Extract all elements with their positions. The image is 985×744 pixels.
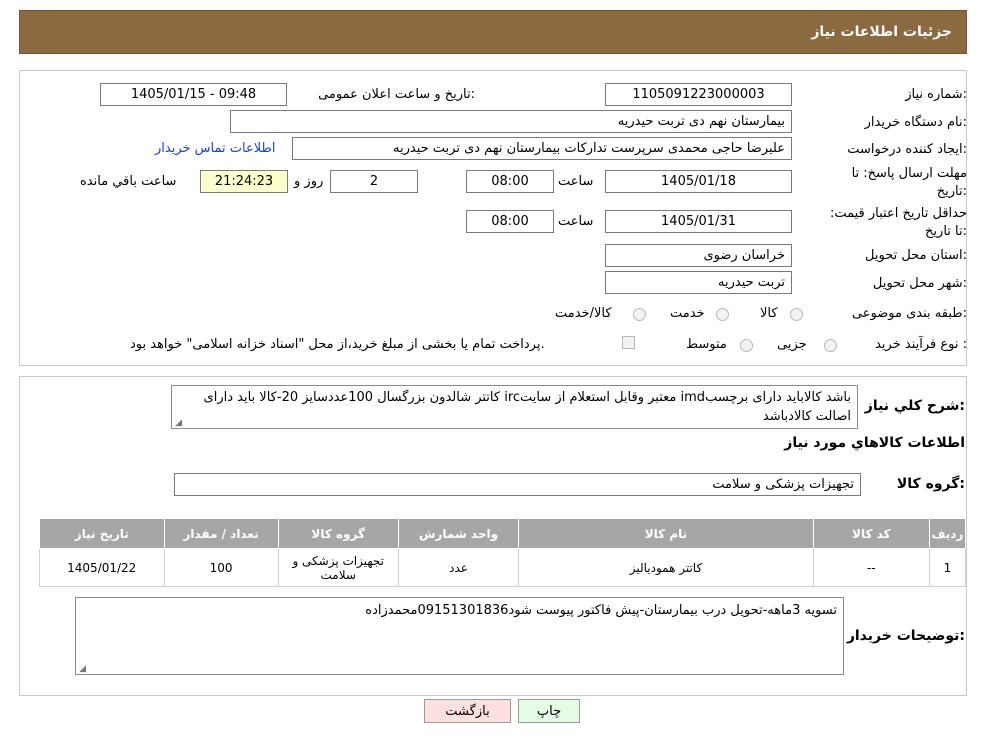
category-goods-label: کالا	[760, 306, 778, 321]
back-button[interactable]: بازگشت	[424, 699, 511, 723]
process-medium-label: متوسط	[686, 337, 727, 352]
deadline-date-field: 1405/01/18	[605, 170, 792, 193]
buyer-notes-label: توضیحات خریدار:	[846, 628, 965, 644]
process-minor-label: جزیی	[777, 337, 807, 352]
table-row: 1 -- کاتتر همودیالیز عدد تجهیزات پزشکی و…	[39, 548, 967, 587]
city-label: شهر محل تحویل:	[872, 276, 967, 291]
col-need-date: تاریخ نیاز	[39, 518, 165, 549]
need-number-label: شماره نیاز:	[905, 87, 967, 102]
buyer-org-field: بیمارستان نهم دی تربت حیدریه	[230, 110, 792, 133]
cell-goods-name: کاتتر همودیالیز	[518, 548, 814, 587]
deadline-time-field: 08:00	[466, 170, 554, 193]
description-textarea[interactable]: کاتتر شالدون بزرگسال 100عددسایز 20-کالا …	[171, 385, 858, 429]
buyer-notes-text: تسویه 3ماهه-تحویل درب بیمارستان-پیش فاکت…	[365, 603, 837, 618]
deadline-label: مهلت ارسال پاسخ: تا تاریخ:	[851, 166, 967, 199]
deadline-days-field: 2	[330, 170, 418, 193]
resize-handle-icon[interactable]: ◢	[78, 665, 86, 674]
province-field: خراسان رضوی	[605, 244, 792, 267]
remaining-time-label: ساعت باقي مانده	[80, 174, 177, 189]
print-button[interactable]: چاپ	[518, 699, 580, 723]
validity-date-field: 1405/01/31	[605, 210, 792, 233]
cell-unit: عدد	[397, 548, 520, 587]
description-text: کاتتر شالدون بزرگسال 100عددسایز 20-کالا …	[203, 390, 851, 424]
creator-label: ایجاد کننده درخواست:	[847, 142, 967, 157]
category-label: طبقه بندی موضوعی:	[851, 306, 967, 321]
buyer-org-label: نام دستگاه خریدار:	[864, 115, 967, 130]
validity-label: حداقل تاریخ اعتبار قیمت: تا تاریخ:	[829, 206, 967, 239]
treasury-checkbox[interactable]	[622, 336, 635, 349]
process-minor-radio[interactable]	[824, 339, 837, 352]
cell-row-number: 1	[928, 548, 967, 587]
goods-group-label: گروه کالا:	[896, 476, 965, 492]
cell-goods-code: --	[812, 548, 930, 587]
cell-need-date: 1405/01/22	[39, 548, 165, 587]
buyer-contact-link[interactable]: اطلاعات تماس خریدار	[155, 141, 275, 156]
treasury-note: پرداخت تمام یا بخشی از مبلغ خرید،از محل …	[130, 337, 545, 352]
col-goods-name: نام کالا	[518, 518, 814, 549]
resize-handle-icon[interactable]: ◢	[174, 419, 182, 428]
creator-field: علیرضا حاجی محمدی سرپرست تدارکات بیمارست…	[292, 137, 792, 160]
validity-time-field: 08:00	[466, 210, 554, 233]
page-header: جزئیات اطلاعات نیاز	[19, 10, 967, 54]
validity-time-label: ساعت	[558, 214, 594, 229]
table-header-row: ردیف کد کالا نام کالا واحد شمارش گروه کا…	[39, 518, 967, 549]
buyer-notes-textarea[interactable]: تسویه 3ماهه-تحویل درب بیمارستان-پیش فاکت…	[75, 597, 844, 675]
process-medium-radio[interactable]	[740, 339, 753, 352]
goods-group-field: تجهیزات پزشکی و سلامت	[174, 473, 861, 496]
col-goods-group: گروه کالا	[277, 518, 399, 549]
province-label: استان محل تحویل:	[865, 248, 967, 263]
category-goods-service-label: کالا/خدمت	[555, 306, 612, 321]
col-quantity: تعداد / مقدار	[163, 518, 279, 549]
description-label: شرح کلي نياز:	[864, 398, 965, 414]
category-service-radio[interactable]	[716, 308, 729, 321]
category-goods-radio[interactable]	[790, 308, 803, 321]
cell-quantity: 100	[163, 548, 279, 587]
announce-label: تاریخ و ساعت اعلان عمومی:	[318, 87, 475, 102]
process-label: نوع فرآیند خرید :	[875, 337, 967, 352]
goods-info-title: اطلاعات کالاهاي مورد نياز	[784, 435, 965, 451]
city-field: تربت حيدريه	[605, 271, 792, 294]
cell-goods-group: تجهیزات پزشکی و سلامت	[277, 548, 399, 587]
need-number-field: 1105091223000003	[605, 83, 792, 106]
deadline-time-label: ساعت	[558, 174, 594, 189]
col-goods-code: کد کالا	[812, 518, 930, 549]
announce-field: 1405/01/15 - 09:48	[100, 83, 287, 106]
col-row-number: ردیف	[928, 518, 967, 549]
page-title: جزئیات اطلاعات نیاز	[811, 24, 952, 40]
goods-table: ردیف کد کالا نام کالا واحد شمارش گروه کا…	[39, 518, 967, 587]
remaining-time-field: 21:24:23	[200, 170, 288, 193]
category-service-label: خدمت	[670, 306, 705, 321]
category-goods-service-radio[interactable]	[633, 308, 646, 321]
col-unit: واحد شمارش	[397, 518, 520, 549]
deadline-days-label: روز و	[294, 174, 324, 189]
